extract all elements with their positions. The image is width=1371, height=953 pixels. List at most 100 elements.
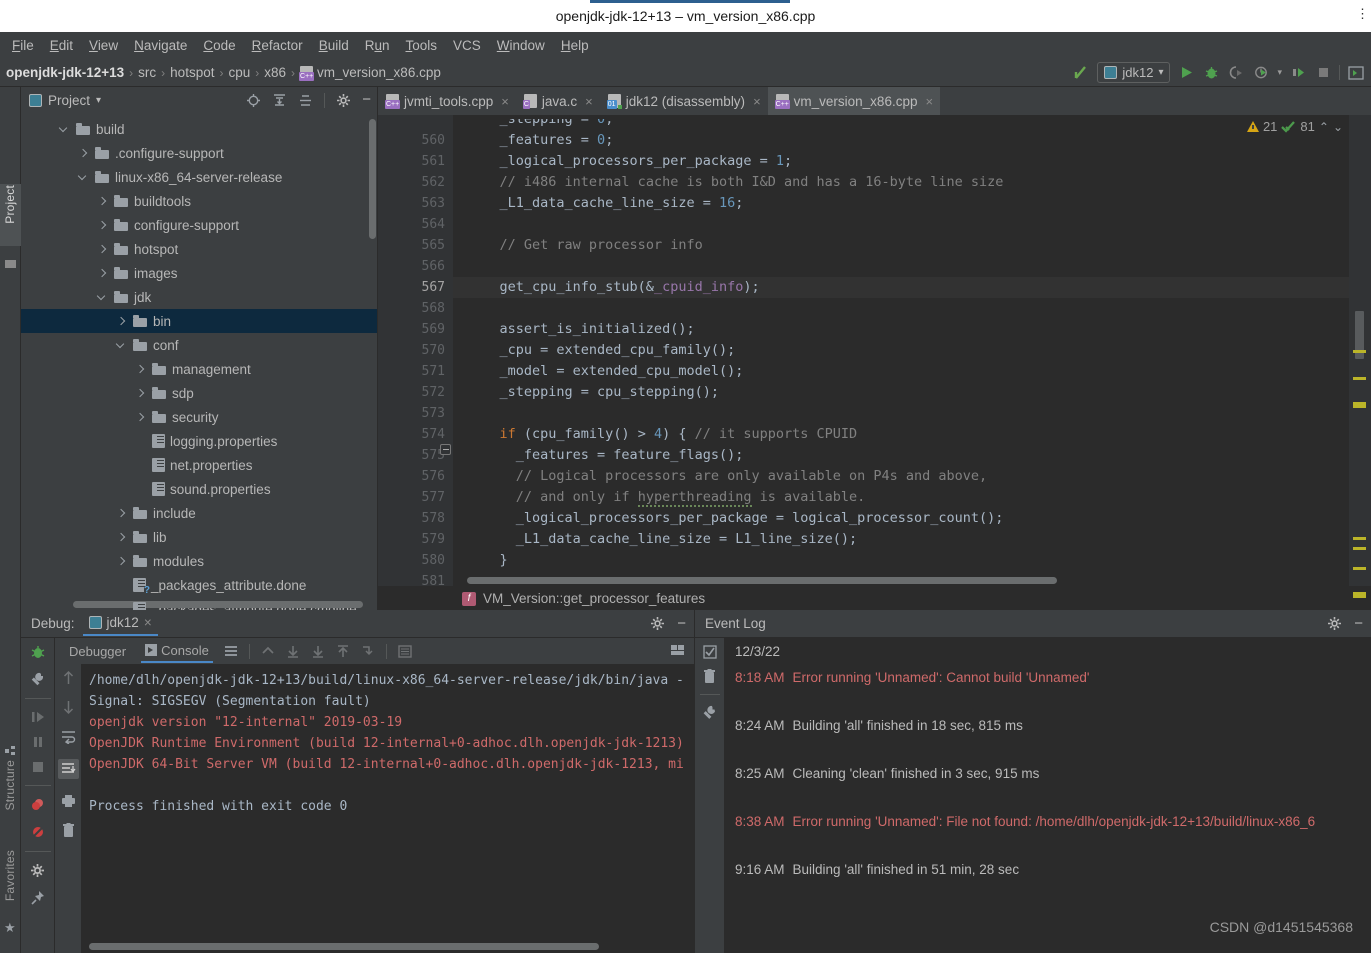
debug-console-output[interactable]: /home/dlh/openjdk-jdk-12+13/build/linux-… (81, 664, 694, 953)
code-line[interactable] (453, 298, 1349, 319)
code-line[interactable]: _logical_processors_per_package = 1; (453, 151, 1349, 172)
wrench-icon[interactable] (30, 671, 46, 687)
hide-panel-icon[interactable]: − (677, 616, 686, 631)
stop-program-icon[interactable] (30, 760, 46, 774)
warning-marker[interactable] (1353, 567, 1366, 570)
breadcrumb-function-name[interactable]: VM_Version::get_processor_features (483, 591, 705, 606)
chevron-right-icon[interactable] (96, 195, 109, 208)
chevron-down-icon[interactable] (115, 339, 128, 352)
breadcrumb-file[interactable]: C++ vm_version_x86.cpp (298, 65, 443, 81)
tree-node[interactable]: build (21, 117, 377, 141)
print-console-icon[interactable] (61, 794, 76, 808)
tree-node[interactable]: bin (21, 309, 377, 333)
code-line[interactable]: // and only if hyperthreading is availab… (453, 487, 1349, 508)
warning-marker[interactable] (1353, 537, 1366, 540)
chevron-down-icon[interactable] (96, 291, 109, 304)
close-icon[interactable]: × (144, 615, 152, 630)
console-horizontal-scrollbar[interactable] (89, 943, 599, 950)
gear-icon[interactable] (336, 93, 351, 108)
close-icon[interactable]: × (925, 94, 933, 109)
tree-node[interactable]: management (21, 357, 377, 381)
menu-item-run[interactable]: Run (357, 36, 398, 55)
tree-node[interactable]: configure-support (21, 213, 377, 237)
code-line[interactable]: // Logical processors are only available… (453, 466, 1349, 487)
code-line[interactable]: _logical_processors_per_package = logica… (453, 508, 1349, 529)
scroll-up-icon[interactable] (261, 645, 275, 658)
tree-node[interactable]: jdk (21, 285, 377, 309)
code-line[interactable]: _stepping = 0; (453, 119, 1349, 130)
structure-tab-icon[interactable] (4, 259, 17, 272)
tree-node[interactable]: include (21, 501, 377, 525)
chevron-right-icon[interactable] (77, 147, 90, 160)
expand-all-icon[interactable] (272, 93, 287, 108)
menu-item-file[interactable]: File (4, 36, 42, 55)
build-hammer-icon[interactable] (1072, 64, 1090, 82)
tree-node[interactable]: logging.properties (21, 429, 377, 453)
editor-tab-jdk12-disassembly[interactable]: 01 jdk12 (disassembly) × (600, 87, 768, 115)
tree-node[interactable]: modules (21, 549, 377, 573)
code-line[interactable]: // Get raw processor info (453, 235, 1349, 256)
debug-bug-icon[interactable] (30, 644, 46, 660)
menu-item-edit[interactable]: Edit (42, 36, 81, 55)
run-button[interactable] (1177, 64, 1195, 82)
scroll-down-icon[interactable] (286, 645, 300, 658)
collapse-all-icon[interactable] (298, 93, 313, 108)
editor-gutter[interactable]: 560 561 562 563 564 565 566 567 568 569 570 571 572 5… (378, 115, 453, 665)
project-tree[interactable]: build .configure-support linux-x86_64-serv… (21, 113, 377, 610)
chevron-right-icon[interactable] (134, 387, 147, 400)
warning-marker[interactable] (1353, 350, 1366, 353)
resume-program-icon[interactable] (30, 710, 46, 724)
event-log-entry[interactable]: 8:38 AM Error running 'Unnamed': File not… (735, 814, 1371, 862)
stop-button[interactable] (1314, 64, 1332, 82)
menu-item-help[interactable]: Help (553, 36, 597, 55)
chevron-right-icon[interactable] (115, 507, 128, 520)
chevron-right-icon[interactable] (134, 363, 147, 376)
breadcrumb-src[interactable]: src (136, 65, 158, 80)
sidebar-tab-favorites[interactable]: Favorites (3, 850, 17, 906)
editor-tab-vm_version_x86[interactable]: C++ vm_version_x86.cpp × (767, 87, 941, 115)
chevron-right-icon[interactable] (115, 531, 128, 544)
clear-all-icon[interactable] (703, 669, 716, 684)
tree-node[interactable]: conf (21, 333, 377, 357)
code-line[interactable]: _features = feature_flags(); (453, 445, 1349, 466)
event-log-entry[interactable]: 8:25 AM Cleaning 'clean' finished in 3 se… (735, 766, 1371, 814)
profile-dropdown-caret[interactable]: ▾ (1277, 67, 1282, 78)
warning-marker[interactable] (1353, 377, 1366, 380)
tree-node[interactable]: _packages_attribute.done (21, 573, 377, 597)
chevron-right-icon[interactable] (115, 555, 128, 568)
close-icon[interactable]: × (585, 94, 593, 109)
scroll-up-arrow-icon[interactable] (62, 670, 75, 685)
event-log-entry[interactable]: 9:16 AM Building 'all' finished in 51 min… (735, 862, 1371, 910)
code-line[interactable] (453, 403, 1349, 424)
error-stripe[interactable] (1349, 115, 1371, 598)
window-controls[interactable]: ⋮ (1356, 6, 1369, 22)
tree-node[interactable]: net.properties (21, 453, 377, 477)
sidebar-tab-project[interactable]: Project (3, 185, 17, 229)
run-configuration-selector[interactable]: jdk12 ▾ (1097, 62, 1171, 83)
breadcrumb-x86[interactable]: x86 (262, 65, 288, 80)
warning-marker[interactable] (1353, 592, 1366, 598)
debug-button[interactable] (1202, 64, 1220, 82)
next-issue-icon[interactable]: ⌄ (1333, 120, 1343, 134)
close-icon[interactable]: × (501, 94, 509, 109)
code-line[interactable]: _model = extended_cpu_model(); (453, 361, 1349, 382)
scroll-to-top-icon[interactable] (336, 644, 350, 658)
run-with-coverage-icon[interactable] (1227, 64, 1245, 82)
close-icon[interactable]: × (753, 94, 761, 109)
code-fold-toggle[interactable] (440, 444, 451, 455)
menu-item-vcs[interactable]: VCS (445, 36, 489, 55)
sidebar-tab-structure[interactable]: Structure (3, 760, 17, 816)
code-line[interactable]: _features = 0; (453, 130, 1349, 151)
code-line[interactable]: _L1_data_cache_line_size = L1_line_size(… (453, 529, 1349, 550)
menu-item-window[interactable]: Window (489, 36, 553, 55)
tree-node[interactable]: .configure-support (21, 141, 377, 165)
code-line[interactable]: assert_is_initialized(); (453, 319, 1349, 340)
view-breakpoints-icon[interactable] (30, 797, 46, 813)
clear-console-icon[interactable] (62, 823, 75, 838)
menu-item-navigate[interactable]: Navigate (126, 36, 195, 55)
scroll-from-source-icon[interactable] (246, 93, 261, 108)
chevron-right-icon[interactable] (96, 243, 109, 256)
code-line[interactable]: if (cpu_family() > 4) { // it supports C… (453, 424, 1349, 445)
settings-gear-icon[interactable] (30, 863, 46, 879)
chevron-right-icon[interactable] (115, 315, 128, 328)
